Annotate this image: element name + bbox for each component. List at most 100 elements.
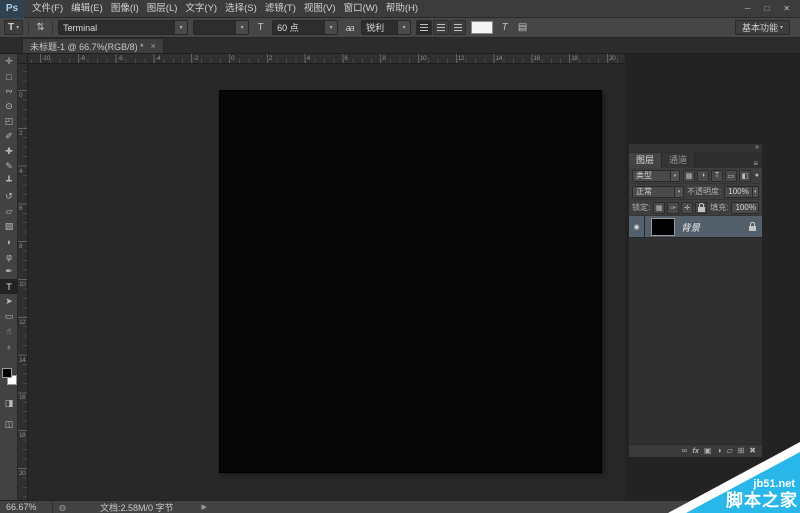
tool-gradient-icon[interactable]: ▨ <box>0 219 18 234</box>
toggle-panels-icon[interactable]: ▤ <box>516 20 529 35</box>
align-center-button[interactable] <box>433 20 449 35</box>
align-right-button[interactable] <box>450 20 466 35</box>
text-orientation-icon[interactable]: ⇅ <box>34 20 47 35</box>
align-left-button[interactable] <box>416 20 432 35</box>
maximize-button[interactable]: □ <box>764 4 769 14</box>
tool-pen-icon[interactable]: ✒ <box>0 264 18 279</box>
tool-dodge-icon[interactable]: φ <box>0 249 18 264</box>
lock-image-pixels-icon[interactable]: ✑ <box>667 202 679 214</box>
delete-layer-icon[interactable]: ✖ <box>749 446 756 456</box>
ruler-h[interactable]: -10-8-6-4-202468101214161820 <box>28 54 625 64</box>
zoom-level-field[interactable]: 66.67% <box>6 502 46 512</box>
font-style-select[interactable]: ▾ <box>193 20 249 35</box>
filter-adjustment-layers-icon[interactable]: ◑ <box>697 170 709 182</box>
chevron-down-icon[interactable]: ▾ <box>674 187 683 197</box>
layer-name[interactable]: 背景 <box>681 220 700 234</box>
layer-row[interactable]: ◉ 背景 <box>629 216 762 238</box>
link-layers-icon[interactable]: ∞ <box>682 446 688 456</box>
fill-label: 填充: <box>710 202 728 213</box>
lock-position-icon[interactable]: ✛ <box>681 202 693 214</box>
tool-crop-icon[interactable]: ◰ <box>0 114 18 129</box>
chevron-down-icon[interactable]: ▾ <box>752 187 758 197</box>
warp-text-icon[interactable]: T <box>498 20 511 35</box>
status-expand-icon[interactable]: ▶ <box>202 503 207 511</box>
close-tab-icon[interactable]: × <box>151 41 156 51</box>
antialias-select[interactable]: 锐利▾ <box>361 20 411 35</box>
menu-item-6[interactable]: 选择(S) <box>221 0 261 18</box>
add-layer-mask-icon[interactable]: ▣ <box>704 446 712 456</box>
opacity-select[interactable]: 100%▾ <box>724 186 759 198</box>
tool-eraser-icon[interactable]: ▱ <box>0 204 18 219</box>
blend-mode-select[interactable]: 正常▾ <box>632 186 684 198</box>
tool-clone-stamp-icon[interactable]: ┻ <box>0 174 18 189</box>
tool-history-brush-icon[interactable]: ↺ <box>0 189 18 204</box>
layer-thumbnail[interactable] <box>651 218 675 236</box>
lock-all-icon[interactable] <box>695 202 707 214</box>
filter-type-layers-icon[interactable]: T <box>711 170 723 182</box>
tool-blur-icon[interactable]: ◗ <box>0 234 18 249</box>
tool-lasso-icon[interactable]: ∾ <box>0 84 18 99</box>
foreground-color-swatch[interactable] <box>2 368 12 378</box>
tool-eyedropper-icon[interactable]: ✐ <box>0 129 18 144</box>
tool-quick-mask-icon[interactable]: ◨ <box>0 396 18 411</box>
ruler-h-label: -8 <box>80 55 85 62</box>
menu-item-3[interactable]: 图像(I) <box>107 0 143 18</box>
tab-channels[interactable]: 通道 <box>662 153 695 168</box>
font-family-select[interactable]: Terminal▾ <box>58 20 188 35</box>
tool-healing-brush-icon[interactable]: ✚ <box>0 144 18 159</box>
tool-marquee-icon[interactable]: □ <box>0 69 18 84</box>
tool-hand-icon[interactable]: ☝ <box>0 324 18 339</box>
menu-item-9[interactable]: 窗口(W) <box>340 0 382 18</box>
ruler-v[interactable]: 02468101214161820 <box>18 64 28 500</box>
tool-quick-selection-icon[interactable]: ⊙ <box>0 99 18 114</box>
menu-item-5[interactable]: 文字(Y) <box>181 0 221 18</box>
tool-zoom-icon[interactable]: ♁ <box>0 339 18 354</box>
document-tab[interactable]: 未标题-1 @ 66.7%(RGB/8) * × <box>22 38 164 53</box>
panel-menu-icon[interactable]: ≡ <box>753 159 762 168</box>
new-layer-icon[interactable]: ⊞ <box>738 446 745 456</box>
tool-screen-mode-icon[interactable]: ◫ <box>0 417 18 432</box>
menu-item-2[interactable]: 编辑(E) <box>67 0 107 18</box>
new-adjustment-layer-icon[interactable]: ◑ <box>717 446 722 456</box>
layer-filter-select[interactable]: 类型▾ <box>632 170 680 182</box>
menu-item-10[interactable]: 帮助(H) <box>382 0 422 18</box>
canvas-area[interactable] <box>28 64 625 500</box>
tool-move-icon[interactable]: ✛ <box>0 54 18 69</box>
tool-path-selection-icon[interactable]: ➤ <box>0 294 18 309</box>
close-button[interactable]: ✕ <box>783 4 790 14</box>
tool-shape-icon[interactable]: ▭ <box>0 309 18 324</box>
text-color-swatch[interactable] <box>471 21 493 34</box>
filter-toggle-icon[interactable]: ● <box>755 172 759 179</box>
ruler-v-label: 2 <box>19 130 22 137</box>
chevron-down-icon[interactable]: ▾ <box>174 21 187 34</box>
workspace-switcher[interactable]: 基本功能▾ <box>735 20 790 35</box>
font-size-select[interactable]: 60 点▾ <box>272 20 338 35</box>
panel-tabs: 图层 通道 ≡ <box>629 152 762 168</box>
chevron-down-icon[interactable]: ▾ <box>235 21 248 34</box>
collapse-panels-icon[interactable]: » <box>755 145 759 151</box>
visibility-eye-icon[interactable]: ◉ <box>629 216 645 238</box>
filter-shape-layers-icon[interactable]: ▭ <box>725 170 737 182</box>
document-canvas[interactable] <box>219 90 602 473</box>
chevron-down-icon[interactable]: ▾ <box>670 171 679 181</box>
fill-select[interactable]: 100%▾ <box>731 202 759 214</box>
filter-pixel-layers-icon[interactable]: ▦ <box>683 170 695 182</box>
ruler-origin-box[interactable] <box>18 54 28 64</box>
menu-item-7[interactable]: 滤镜(T) <box>261 0 300 18</box>
tool-type-icon[interactable]: T <box>0 279 18 294</box>
layer-effects-icon[interactable]: fx <box>692 446 699 456</box>
menu-item-4[interactable]: 图层(L) <box>143 0 182 18</box>
menu-item-8[interactable]: 视图(V) <box>300 0 340 18</box>
ruler-v-label: 12 <box>19 319 25 326</box>
chevron-down-icon[interactable]: ▾ <box>324 21 337 34</box>
filter-smart-objects-icon[interactable]: ◧ <box>739 170 751 182</box>
chevron-down-icon[interactable]: ▾ <box>397 21 410 34</box>
tab-layers[interactable]: 图层 <box>629 153 662 168</box>
new-group-icon[interactable]: ▱ <box>726 446 732 456</box>
minimize-button[interactable]: ─ <box>745 4 751 14</box>
filter-value: 类型 <box>633 171 670 181</box>
lock-transparent-pixels-icon[interactable]: ▦ <box>653 202 665 214</box>
tool-preset-picker[interactable]: T▾ <box>4 20 23 35</box>
tool-brush-icon[interactable]: ✎ <box>0 159 18 174</box>
menu-item-1[interactable]: 文件(F) <box>28 0 67 18</box>
